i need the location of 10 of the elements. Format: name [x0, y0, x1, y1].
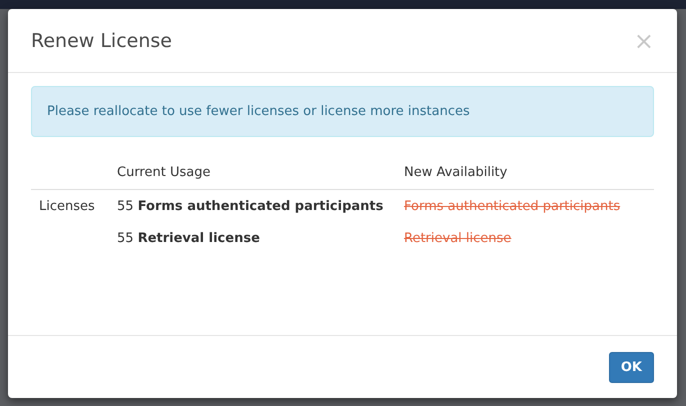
column-header: Current Usage: [117, 165, 210, 180]
usage-cell: 55 Forms authenticated participants: [117, 199, 384, 214]
availability-cell: Retrieval license: [404, 231, 512, 246]
column-header: New Availability: [404, 165, 508, 180]
ok-button[interactable]: OK: [608, 352, 654, 382]
usage-cell: 55 Retrieval license: [117, 231, 260, 246]
dialog-title: Renew License: [31, 30, 172, 52]
availability-cell: Forms authenticated participants: [404, 199, 620, 214]
row-label: Licenses: [39, 199, 95, 214]
info-alert: Please reallocate to use fewer licenses or license more instances: [31, 86, 654, 137]
